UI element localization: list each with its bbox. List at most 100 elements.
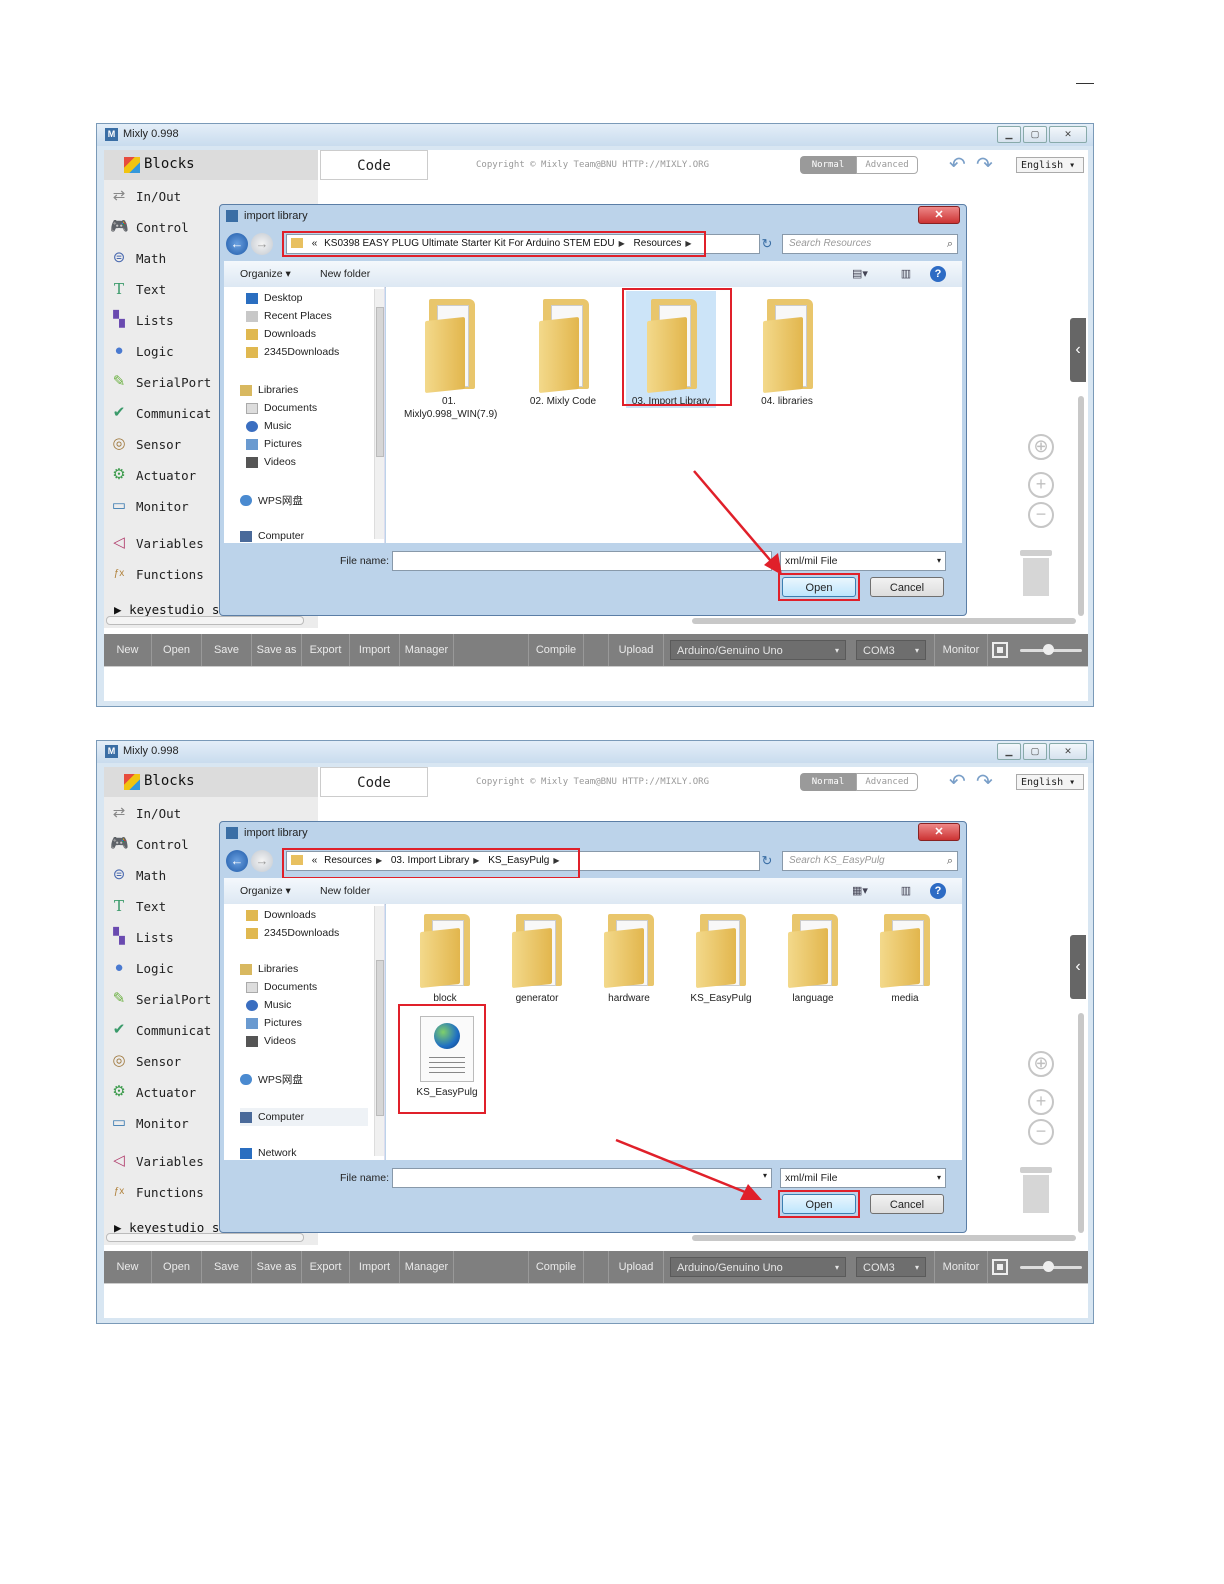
maximize-button[interactable]: ▢: [1023, 126, 1047, 143]
nav-computer[interactable]: Computer: [240, 1108, 368, 1126]
refresh-icon[interactable]: ↻: [758, 851, 776, 871]
open-button[interactable]: Open: [152, 634, 202, 666]
search-input[interactable]: Search KS_EasyPulg ⌕: [782, 851, 958, 871]
dialog-close-button[interactable]: ✕: [918, 206, 960, 224]
minimize-button[interactable]: ▁: [997, 743, 1021, 760]
import-button[interactable]: Import: [350, 1251, 400, 1283]
zoom-out-icon[interactable]: −: [1028, 1119, 1054, 1145]
import-button[interactable]: Import: [350, 634, 400, 666]
nav-scroll-thumb[interactable]: [376, 307, 384, 457]
nav-documents[interactable]: Documents: [246, 399, 317, 417]
nav-recent-places[interactable]: Recent Places: [246, 307, 332, 325]
port-select[interactable]: COM3 ▾: [856, 1257, 926, 1277]
nav-libraries[interactable]: Libraries: [240, 960, 298, 978]
folder-item[interactable]: language: [768, 910, 858, 1005]
board-select[interactable]: Arduino/Genuino Uno ▾: [670, 640, 846, 660]
nav-computer[interactable]: Computer: [240, 527, 304, 543]
folder-item[interactable]: 04. libraries: [742, 295, 832, 408]
organize-button[interactable]: Organize ▾: [240, 885, 291, 897]
zoom-slider-handle[interactable]: [1043, 644, 1054, 655]
language-select[interactable]: English ▾: [1016, 774, 1084, 790]
forward-arrow-icon[interactable]: →: [251, 850, 273, 872]
tab-blocks[interactable]: Blocks: [104, 150, 318, 180]
cancel-button[interactable]: Cancel: [870, 1194, 944, 1214]
close-button[interactable]: ✕: [1049, 743, 1087, 760]
nav-downloads[interactable]: Downloads: [246, 325, 316, 343]
maximize-button[interactable]: ▢: [1023, 743, 1047, 760]
new-button[interactable]: New: [104, 1251, 152, 1283]
save-button[interactable]: Save: [202, 1251, 252, 1283]
refresh-icon[interactable]: ↻: [758, 234, 776, 254]
redo-icon[interactable]: ↷: [976, 152, 993, 177]
search-input[interactable]: Search Resources ⌕: [782, 234, 958, 254]
chip-icon[interactable]: [992, 1259, 1008, 1275]
preview-pane-icon[interactable]: ▥: [898, 266, 914, 282]
file-type-select[interactable]: xml/mil File ▾: [780, 1168, 946, 1188]
save-button[interactable]: Save: [202, 634, 252, 666]
folder-item[interactable]: 02. Mixly Code: [518, 295, 608, 408]
mode-normal-button[interactable]: Normal: [800, 773, 856, 791]
nav-2345downloads[interactable]: 2345Downloads: [246, 343, 339, 361]
workspace-hscroll[interactable]: [692, 618, 1076, 624]
manager-button[interactable]: Manager: [400, 1251, 454, 1283]
zoom-out-icon[interactable]: −: [1028, 502, 1054, 528]
nav-wps-cloud[interactable]: WPS网盘: [240, 491, 303, 509]
forward-arrow-icon[interactable]: →: [251, 233, 273, 255]
language-select[interactable]: English ▾: [1016, 157, 1084, 173]
export-button[interactable]: Export: [302, 634, 350, 666]
folder-item[interactable]: KS_EasyPulg: [676, 910, 766, 1005]
collapse-panel-button[interactable]: ‹: [1070, 935, 1086, 999]
new-button[interactable]: New: [104, 634, 152, 666]
dialog-close-button[interactable]: ✕: [918, 823, 960, 841]
zoom-in-icon[interactable]: +: [1028, 472, 1054, 498]
port-select[interactable]: COM3 ▾: [856, 640, 926, 660]
help-icon[interactable]: ?: [930, 266, 946, 282]
close-button[interactable]: ✕: [1049, 126, 1087, 143]
nav-libraries[interactable]: Libraries: [240, 381, 298, 399]
undo-icon[interactable]: ↶: [949, 152, 966, 177]
folder-item[interactable]: block: [400, 910, 490, 1005]
nav-videos[interactable]: Videos: [246, 453, 296, 471]
nav-scrollbar[interactable]: [374, 289, 384, 539]
preview-pane-icon[interactable]: ▥: [898, 883, 914, 899]
sidebar-scrollbar[interactable]: [106, 616, 304, 625]
open-button[interactable]: Open: [152, 1251, 202, 1283]
workspace-vscroll[interactable]: [1078, 1013, 1084, 1233]
redo-icon[interactable]: ↷: [976, 769, 993, 794]
organize-button[interactable]: Organize ▾: [240, 268, 291, 280]
upload-button[interactable]: Upload: [608, 1251, 664, 1283]
monitor-button[interactable]: Monitor: [934, 634, 988, 666]
zoom-slider-handle[interactable]: [1043, 1261, 1054, 1272]
workspace-hscroll[interactable]: [692, 1235, 1076, 1241]
new-folder-button[interactable]: New folder: [320, 268, 370, 280]
tab-code[interactable]: Code: [320, 150, 428, 180]
view-options-icon[interactable]: ▦▾: [852, 883, 868, 899]
cancel-button[interactable]: Cancel: [870, 577, 944, 597]
collapse-panel-button[interactable]: ‹: [1070, 318, 1086, 382]
mode-normal-button[interactable]: Normal: [800, 156, 856, 174]
file-name-input[interactable]: [392, 551, 772, 571]
monitor-button[interactable]: Monitor: [934, 1251, 988, 1283]
tab-code[interactable]: Code: [320, 767, 428, 797]
recenter-icon[interactable]: ⊕: [1028, 1051, 1054, 1077]
nav-pictures[interactable]: Pictures: [246, 435, 302, 453]
folder-item[interactable]: media: [860, 910, 950, 1005]
save-as-button[interactable]: Save as: [252, 634, 302, 666]
board-select[interactable]: Arduino/Genuino Uno ▾: [670, 1257, 846, 1277]
compile-button[interactable]: Compile: [528, 1251, 584, 1283]
mode-advanced-button[interactable]: Advanced: [856, 156, 918, 174]
nav-network[interactable]: Network: [240, 1144, 297, 1160]
nav-music[interactable]: Music: [246, 996, 291, 1014]
tab-blocks[interactable]: Blocks: [104, 767, 318, 797]
help-icon[interactable]: ?: [930, 883, 946, 899]
mode-advanced-button[interactable]: Advanced: [856, 773, 918, 791]
minimize-button[interactable]: ▁: [997, 126, 1021, 143]
undo-icon[interactable]: ↶: [949, 769, 966, 794]
file-name-input[interactable]: ▾: [392, 1168, 772, 1188]
file-name-dropdown-icon[interactable]: ▾: [763, 1171, 767, 1180]
folder-item[interactable]: generator: [492, 910, 582, 1005]
file-type-select[interactable]: xml/mil File ▾: [780, 551, 946, 571]
save-as-button[interactable]: Save as: [252, 1251, 302, 1283]
chip-icon[interactable]: [992, 642, 1008, 658]
zoom-in-icon[interactable]: +: [1028, 1089, 1054, 1115]
